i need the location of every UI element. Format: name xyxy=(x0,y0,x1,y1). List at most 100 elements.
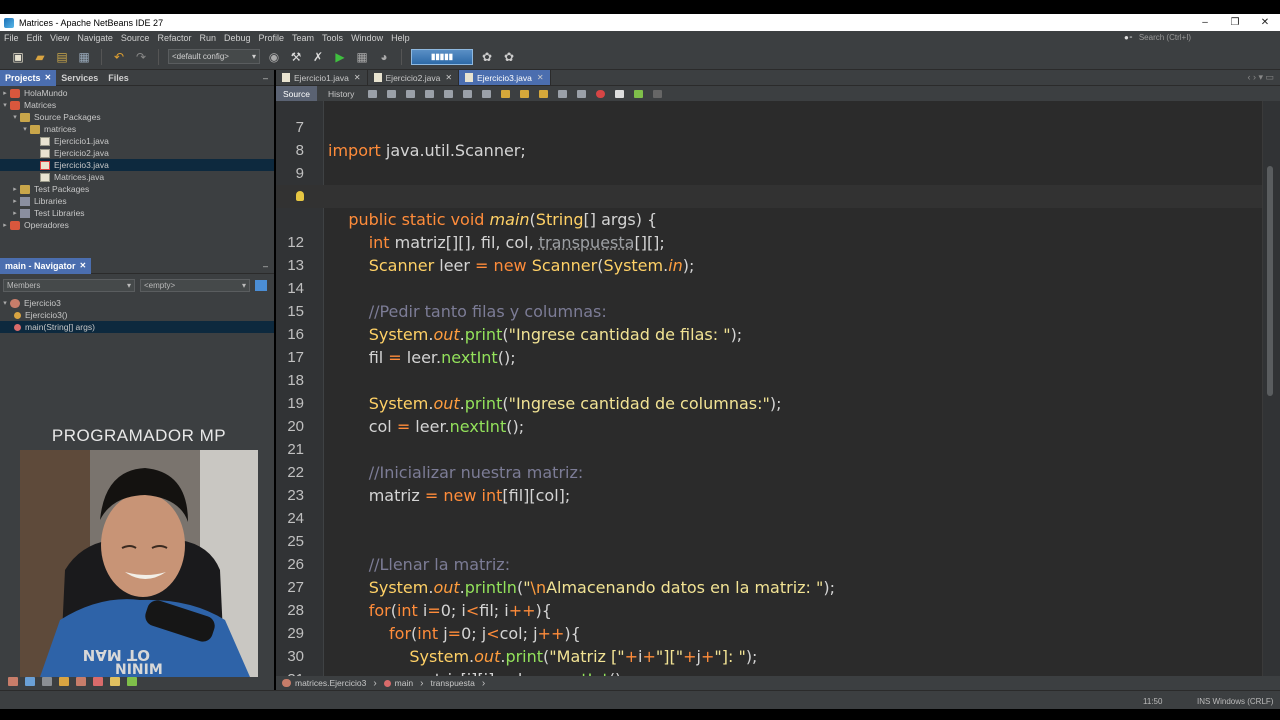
tree-item-test-packages[interactable]: ▸ Test Packages xyxy=(0,183,274,195)
save-all-icon[interactable]: ▦ xyxy=(76,49,92,65)
nav-item-class[interactable]: ▾ Ejercicio3 xyxy=(0,297,274,309)
source-mode-button[interactable]: Source xyxy=(276,86,317,101)
vertical-scrollbar[interactable] xyxy=(1262,101,1280,676)
new-project-icon[interactable]: ▰ xyxy=(32,49,48,65)
tree-item-ejercicio1[interactable]: Ejercicio1.java xyxy=(0,135,274,147)
tree-item-holamundo[interactable]: ▸ HolaMundo xyxy=(0,87,274,99)
menu-team[interactable]: Team xyxy=(288,33,318,43)
close-icon[interactable]: ✕ xyxy=(45,73,52,82)
next-bookmark-icon[interactable] xyxy=(520,89,530,98)
insert-mode-line-ending[interactable]: INS Windows (CRLF) xyxy=(1197,697,1273,706)
stop-macro-icon[interactable] xyxy=(615,89,625,98)
tree-item-matrices-java[interactable]: Matrices.java xyxy=(0,171,274,183)
panel-icon[interactable] xyxy=(110,676,120,686)
clean-build-icon[interactable]: ✗ xyxy=(310,49,326,65)
open-project-icon[interactable]: ▤ xyxy=(54,49,70,65)
tree-item-ejercicio3[interactable]: Ejercicio3.java xyxy=(0,159,274,171)
globe-icon[interactable]: ◉ xyxy=(266,49,282,65)
undo-icon[interactable]: ↶ xyxy=(111,49,127,65)
code-editor[interactable]: 7 import java.util.Scanner; 8 9 public c… xyxy=(276,101,1262,676)
scrollbar-thumb[interactable] xyxy=(1267,166,1273,396)
tree-item-package-matrices[interactable]: ▾ matrices xyxy=(0,123,274,135)
panel-icon[interactable] xyxy=(8,676,18,686)
expand-icon[interactable]: ▸ xyxy=(10,209,20,217)
tree-item-matrices[interactable]: ▾ Matrices xyxy=(0,99,274,111)
collapse-icon[interactable]: ▾ xyxy=(10,113,20,121)
find-previous-icon[interactable] xyxy=(444,89,454,98)
nav-item-constructor[interactable]: Ejercicio3() xyxy=(0,309,274,321)
new-file-icon[interactable]: ▣ xyxy=(10,49,26,65)
history-mode-button[interactable]: History xyxy=(321,86,361,101)
profile-icon[interactable]: ◕ xyxy=(376,49,392,65)
breadcrumb-item-variable[interactable]: transpuesta xyxy=(430,678,474,688)
shift-right-icon[interactable] xyxy=(577,89,587,98)
minimize-button[interactable]: – xyxy=(1190,17,1220,28)
panel-icon[interactable] xyxy=(76,676,86,686)
previous-bookmark-icon[interactable] xyxy=(501,89,511,98)
toggle-highlight-icon[interactable] xyxy=(482,89,492,98)
expand-icon[interactable]: ▸ xyxy=(10,185,20,193)
comment-icon[interactable] xyxy=(634,89,644,98)
panel-icon[interactable] xyxy=(42,676,52,686)
uncomment-icon[interactable] xyxy=(653,89,663,98)
collapse-icon[interactable]: ▾ xyxy=(0,299,10,307)
panel-icon[interactable] xyxy=(127,676,137,686)
maximize-button[interactable]: ❐ xyxy=(1220,17,1250,28)
back-icon[interactable] xyxy=(387,89,397,98)
panel-icon[interactable] xyxy=(93,676,103,686)
tab-services[interactable]: Services xyxy=(56,70,103,86)
members-select[interactable]: Members ▾ xyxy=(3,278,135,292)
close-button[interactable]: ✕ xyxy=(1250,17,1280,28)
expand-icon[interactable]: ▸ xyxy=(0,89,10,97)
empty-select[interactable]: <empty> ▾ xyxy=(140,278,250,292)
debug-icon[interactable]: ▦ xyxy=(354,49,370,65)
minimize-panel-icon[interactable]: – xyxy=(263,261,268,271)
menu-source[interactable]: Source xyxy=(117,33,154,43)
tree-item-libraries[interactable]: ▸ Libraries xyxy=(0,195,274,207)
menu-tools[interactable]: Tools xyxy=(318,33,347,43)
last-edit-icon[interactable] xyxy=(368,89,378,98)
tab-ejercicio1[interactable]: Ejercicio1.java ✕ xyxy=(276,70,368,85)
tree-item-ejercicio2[interactable]: Ejercicio2.java xyxy=(0,147,274,159)
expand-icon[interactable]: ▸ xyxy=(10,197,20,205)
menu-window[interactable]: Window xyxy=(347,33,387,43)
menu-refactor[interactable]: Refactor xyxy=(153,33,195,43)
search-box[interactable]: ●⁃ Search (Ctrl+I) xyxy=(1124,31,1280,44)
caret-position[interactable]: 11:50 xyxy=(1143,697,1162,706)
collapse-icon[interactable]: ▾ xyxy=(20,125,30,133)
expand-icon[interactable]: ▸ xyxy=(0,221,10,229)
menu-help[interactable]: Help xyxy=(387,33,414,43)
tab-navigator[interactable]: main - Navigator ✕ xyxy=(0,257,92,274)
profile-snapshot-icon[interactable]: ✿ xyxy=(501,49,517,65)
tab-projects[interactable]: Projects ✕ xyxy=(0,69,57,86)
start-macro-icon[interactable] xyxy=(596,89,606,98)
close-icon[interactable]: ✕ xyxy=(80,261,87,270)
close-tab-icon[interactable]: ✕ xyxy=(354,73,361,82)
tab-scroll-arrows-icon[interactable]: ‹ › ▾ ▭ xyxy=(1247,72,1274,83)
toggle-bookmark-icon[interactable] xyxy=(539,89,549,98)
memory-widget[interactable]: ▮▮▮▮▮ xyxy=(411,48,473,65)
tab-files[interactable]: Files xyxy=(103,70,134,86)
run-icon[interactable]: ▶ xyxy=(332,49,348,65)
close-tab-icon[interactable]: ✕ xyxy=(445,73,452,82)
breadcrumb-item-class[interactable]: matrices.Ejercicio3 xyxy=(295,678,366,688)
minimize-panel-icon[interactable]: – xyxy=(263,73,268,83)
build-icon[interactable]: ⚒ xyxy=(288,49,304,65)
menu-run[interactable]: Run xyxy=(195,33,220,43)
shift-left-icon[interactable] xyxy=(558,89,568,98)
menu-navigate[interactable]: Navigate xyxy=(73,33,117,43)
tree-item-operadores[interactable]: ▸ Operadores xyxy=(0,219,274,231)
config-select[interactable]: <default config> ▾ xyxy=(168,49,260,64)
breadcrumb-item-method[interactable]: main xyxy=(395,678,413,688)
tab-ejercicio3[interactable]: Ejercicio3.java ✕ xyxy=(459,70,551,85)
nav-item-main-method[interactable]: main(String[] args) xyxy=(0,321,274,333)
redo-icon[interactable]: ↷ xyxy=(133,49,149,65)
tree-item-source-packages[interactable]: ▾ Source Packages xyxy=(0,111,274,123)
menu-profile[interactable]: Profile xyxy=(255,33,289,43)
forward-icon[interactable] xyxy=(406,89,416,98)
menu-view[interactable]: View xyxy=(46,33,73,43)
tree-item-test-libraries[interactable]: ▸ Test Libraries xyxy=(0,207,274,219)
menu-edit[interactable]: Edit xyxy=(23,33,47,43)
find-next-icon[interactable] xyxy=(463,89,473,98)
panel-icon[interactable] xyxy=(25,676,35,686)
